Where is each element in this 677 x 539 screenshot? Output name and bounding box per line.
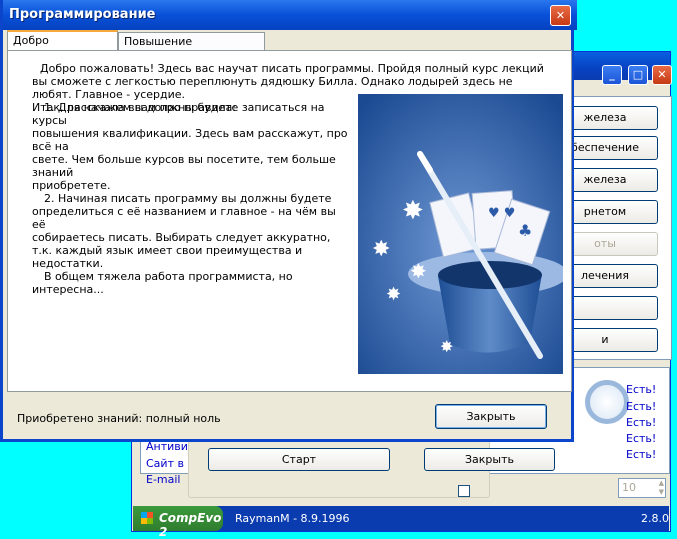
- version-text: 2.8.0: [641, 512, 669, 525]
- status-link[interactable]: Есть!: [626, 432, 656, 445]
- spinner-value: 10: [622, 481, 636, 494]
- star-icon: ✸: [386, 284, 401, 305]
- svg-text:♣: ♣: [518, 221, 532, 240]
- email-label[interactable]: E-mail: [146, 473, 181, 486]
- maximize-icon[interactable]: □: [628, 65, 648, 85]
- minimize-icon[interactable]: _: [602, 65, 622, 85]
- app-badge: CompEvo 2: [133, 506, 223, 539]
- windows-logo-icon: [141, 512, 153, 524]
- programming-window: Программирование ✕ Добро пожаловать! Пов…: [0, 0, 577, 442]
- knowledge-status: Приобретено знаний: полный ноль: [17, 412, 221, 425]
- star-icon: ✸: [410, 259, 427, 283]
- back-close-icon[interactable]: ✕: [652, 65, 672, 85]
- tab-qualification[interactable]: Повышение квалификации: [118, 32, 265, 65]
- rule-2-line: определиться с её названием и главное - …: [32, 205, 336, 231]
- magnifier-icon: [585, 380, 629, 424]
- rule-2-line: 2. Начиная писать программу вы должны бу…: [44, 192, 332, 205]
- checkbox[interactable]: [458, 485, 470, 497]
- star-icon: ✸: [402, 196, 424, 226]
- rule-1-line: свете. Чем больше курсов вы посетите, те…: [32, 153, 336, 179]
- status-link[interactable]: Есть!: [626, 400, 656, 413]
- rules-text: 1. Для начала вы должны будете записатьс…: [32, 101, 352, 296]
- magic-illustration: ♥ ♥ ♣ ✸ ✸ ✸ ✸ ✸: [358, 94, 563, 374]
- spinner-input[interactable]: 10 ▲ ▼: [618, 478, 666, 498]
- status-bar: CompEvo 2 RaymanM - 8.9.1996 2.8.0: [133, 506, 669, 539]
- start-button[interactable]: Старт: [208, 448, 390, 471]
- front-titlebar: Программирование ✕: [3, 0, 577, 30]
- close-icon[interactable]: ✕: [550, 5, 571, 26]
- star-icon: ✸: [372, 237, 390, 262]
- welcome-panel: Добро пожаловать! Здесь вас научат писат…: [7, 50, 572, 392]
- status-link[interactable]: Есть!: [626, 383, 656, 396]
- back-close-button[interactable]: Закрыть: [424, 448, 555, 471]
- rule-1-line: приобретете.: [32, 179, 111, 192]
- star-icon: ✸: [440, 337, 453, 356]
- rule-1-line: повышения квалификации. Здесь вам расска…: [32, 127, 348, 153]
- close-button[interactable]: Закрыть: [435, 404, 547, 429]
- status-link[interactable]: Есть!: [626, 416, 656, 429]
- spinner-arrows-icon[interactable]: ▲ ▼: [659, 479, 664, 497]
- rule-1-line: 1. Для начала вы должны будете записатьс…: [32, 101, 325, 127]
- rule-2-line: т.к. каждый язык имеет свои преимущества…: [32, 244, 303, 270]
- author-text: RaymanM - 8.9.1996: [235, 512, 350, 525]
- status-link[interactable]: Есть!: [626, 448, 656, 461]
- svg-text:♥ ♥: ♥ ♥: [488, 206, 515, 221]
- closing-line: В общем тяжела работа программиста, но и…: [32, 270, 293, 296]
- tab-welcome[interactable]: Добро пожаловать!: [7, 30, 118, 64]
- rule-2-line: собираетесь писать. Выбирать следует акк…: [32, 231, 331, 244]
- window-title: Программирование: [9, 7, 156, 22]
